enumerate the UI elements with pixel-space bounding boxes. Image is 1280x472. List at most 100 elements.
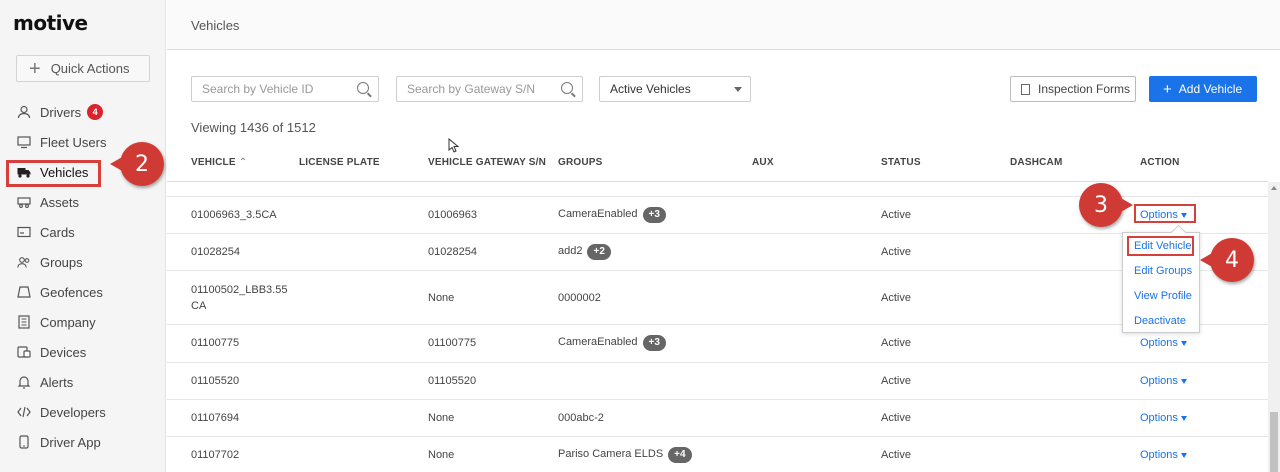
quick-actions-label: Quick Actions (50, 61, 130, 76)
chevron-down-icon (1180, 340, 1187, 346)
vehicle-id[interactable]: 01100775 (191, 337, 239, 349)
vehicle-id[interactable]: 01107702 (191, 449, 239, 461)
sidebar-item-label: Fleet Users (40, 134, 107, 150)
group-name: CameraEnabled (558, 208, 638, 220)
plus-icon: + (29, 57, 41, 80)
sidebar-item-devices[interactable]: Devices (0, 337, 166, 367)
scrollbar-thumb[interactable] (1270, 412, 1278, 472)
groups-cell: add2 +2 (558, 244, 611, 260)
table-row: 01028254 01028254 add2 +2 Active (167, 234, 1268, 271)
groups-more-badge[interactable]: +3 (642, 207, 666, 223)
callout-step-3: 3 (1079, 183, 1133, 227)
groups-more-badge[interactable]: +4 (668, 447, 692, 463)
column-vehicle[interactable]: VEHICLE ⌃ (191, 157, 247, 168)
chevron-down-icon (1180, 378, 1187, 384)
status-text: Active (881, 337, 911, 349)
column-groups: GROUPS (558, 157, 603, 168)
group-name: 000abc-2 (558, 412, 604, 424)
options-highlight-box (1134, 204, 1196, 223)
column-status: STATUS (881, 157, 921, 168)
sidebar-item-groups[interactable]: Groups (0, 247, 166, 277)
gateway-sn: 01105520 (428, 375, 477, 387)
gateway-search-input[interactable]: Search by Gateway S/N (396, 76, 583, 102)
vehicle-search-input[interactable]: Search by Vehicle ID (191, 76, 379, 102)
scroll-up-icon[interactable] (1271, 186, 1277, 190)
sidebar-item-label: Alerts (40, 374, 74, 390)
vehicle-id[interactable]: 01028254 (191, 246, 240, 258)
vehicle-id[interactable]: 01107694 (191, 412, 239, 424)
user-icon (17, 105, 31, 119)
monitor-icon (17, 135, 31, 149)
groups-more-badge[interactable]: +2 (587, 244, 611, 260)
plus-icon: + (1163, 80, 1172, 98)
add-vehicle-button[interactable]: + Add Vehicle (1149, 76, 1257, 102)
sidebar-item-drivers[interactable]: Drivers 4 (0, 97, 166, 127)
drivers-badge: 4 (87, 104, 104, 120)
sidebar-item-company[interactable]: Company (0, 307, 166, 337)
table-row: 01107702 None Pariso Camera ELDS +4 Activ… (167, 437, 1268, 472)
status-text: Active (881, 449, 911, 461)
table-row: 01100502_LBB3.55 CA None 0000002 Active (167, 271, 1268, 325)
gateway-sn: None (428, 449, 455, 461)
vehicles-highlight-box (6, 160, 101, 187)
gateway-sn: 01006963 (428, 209, 477, 221)
group-name: Pariso Camera ELDS (558, 448, 664, 460)
sidebar-item-driver-app[interactable]: Driver App (0, 427, 166, 457)
menu-item-view-profile[interactable]: View Profile (1134, 290, 1192, 302)
sidebar-item-developers[interactable]: Developers (0, 397, 166, 427)
motive-logo[interactable]: motive (13, 11, 88, 35)
inspection-forms-label: Inspection Forms (1038, 82, 1131, 96)
sidebar-item-geofences[interactable]: Geofences (0, 277, 166, 307)
menu-item-edit-groups[interactable]: Edit Groups (1134, 265, 1192, 277)
chevron-down-icon (1180, 415, 1187, 421)
options-dropdown[interactable]: Options (1140, 449, 1187, 461)
add-vehicle-label: Add Vehicle (1178, 82, 1243, 96)
device-icon (17, 345, 31, 359)
gateway-sn: 01100775 (428, 337, 477, 349)
status-text: Active (881, 246, 911, 258)
vehicle-search-placeholder: Search by Vehicle ID (202, 82, 314, 96)
sidebar: motive + Quick Actions Drivers 4 Fleet U… (0, 0, 166, 472)
page-header: Vehicles (167, 0, 1280, 50)
sidebar-item-label: Devices (40, 344, 87, 360)
vehicle-id[interactable]: 01006963_3.5CA (191, 209, 277, 221)
callout-step-2: 2 (110, 142, 164, 186)
vehicle-status-filter[interactable]: Active Vehicles (599, 76, 751, 102)
options-dropdown[interactable]: Options (1140, 337, 1187, 349)
gateway-search-placeholder: Search by Gateway S/N (407, 82, 536, 96)
group-name: add2 (558, 245, 583, 257)
sidebar-item-assets[interactable]: Assets (0, 187, 166, 217)
chevron-down-icon (734, 87, 742, 92)
column-action: ACTION (1140, 157, 1180, 168)
table-row: 01105520 01105520 Active Options (167, 363, 1268, 400)
groups-icon (17, 255, 31, 269)
gateway-sn: None (428, 412, 455, 424)
search-icon (561, 82, 573, 94)
sidebar-item-cards[interactable]: Cards (0, 217, 166, 247)
menu-item-deactivate[interactable]: Deactivate (1134, 315, 1186, 327)
vehicle-id[interactable]: 01105520 (191, 375, 239, 387)
vehicle-id[interactable]: 01100502_LBB3.55 CA (191, 282, 287, 314)
document-icon (1021, 83, 1030, 95)
viewing-count: Viewing 1436 of 1512 (191, 120, 316, 135)
sidebar-item-label: Company (40, 314, 96, 330)
filter-selected-value: Active Vehicles (610, 82, 691, 96)
sidebar-item-label: Developers (40, 404, 106, 420)
table-header: VEHICLE ⌃ LICENSE PLATE VEHICLE GATEWAY … (167, 146, 1268, 182)
gateway-sn: 01028254 (428, 246, 477, 258)
sidebar-item-alerts[interactable]: Alerts (0, 367, 166, 397)
options-dropdown[interactable]: Options (1140, 412, 1187, 424)
status-text: Active (881, 375, 911, 387)
page-title: Vehicles (191, 18, 240, 33)
building-icon (17, 315, 31, 329)
inspection-forms-button[interactable]: Inspection Forms (1010, 76, 1136, 102)
quick-actions-button[interactable]: + Quick Actions (16, 55, 150, 82)
bell-icon (17, 375, 31, 389)
options-dropdown[interactable]: Options (1140, 375, 1187, 387)
vertical-scrollbar[interactable] (1268, 182, 1280, 472)
column-dashcam: DASHCAM (1010, 157, 1063, 168)
group-name: CameraEnabled (558, 336, 638, 348)
groups-more-badge[interactable]: +3 (642, 335, 666, 351)
groups-cell: Pariso Camera ELDS +4 (558, 447, 692, 463)
status-text: Active (881, 209, 911, 221)
